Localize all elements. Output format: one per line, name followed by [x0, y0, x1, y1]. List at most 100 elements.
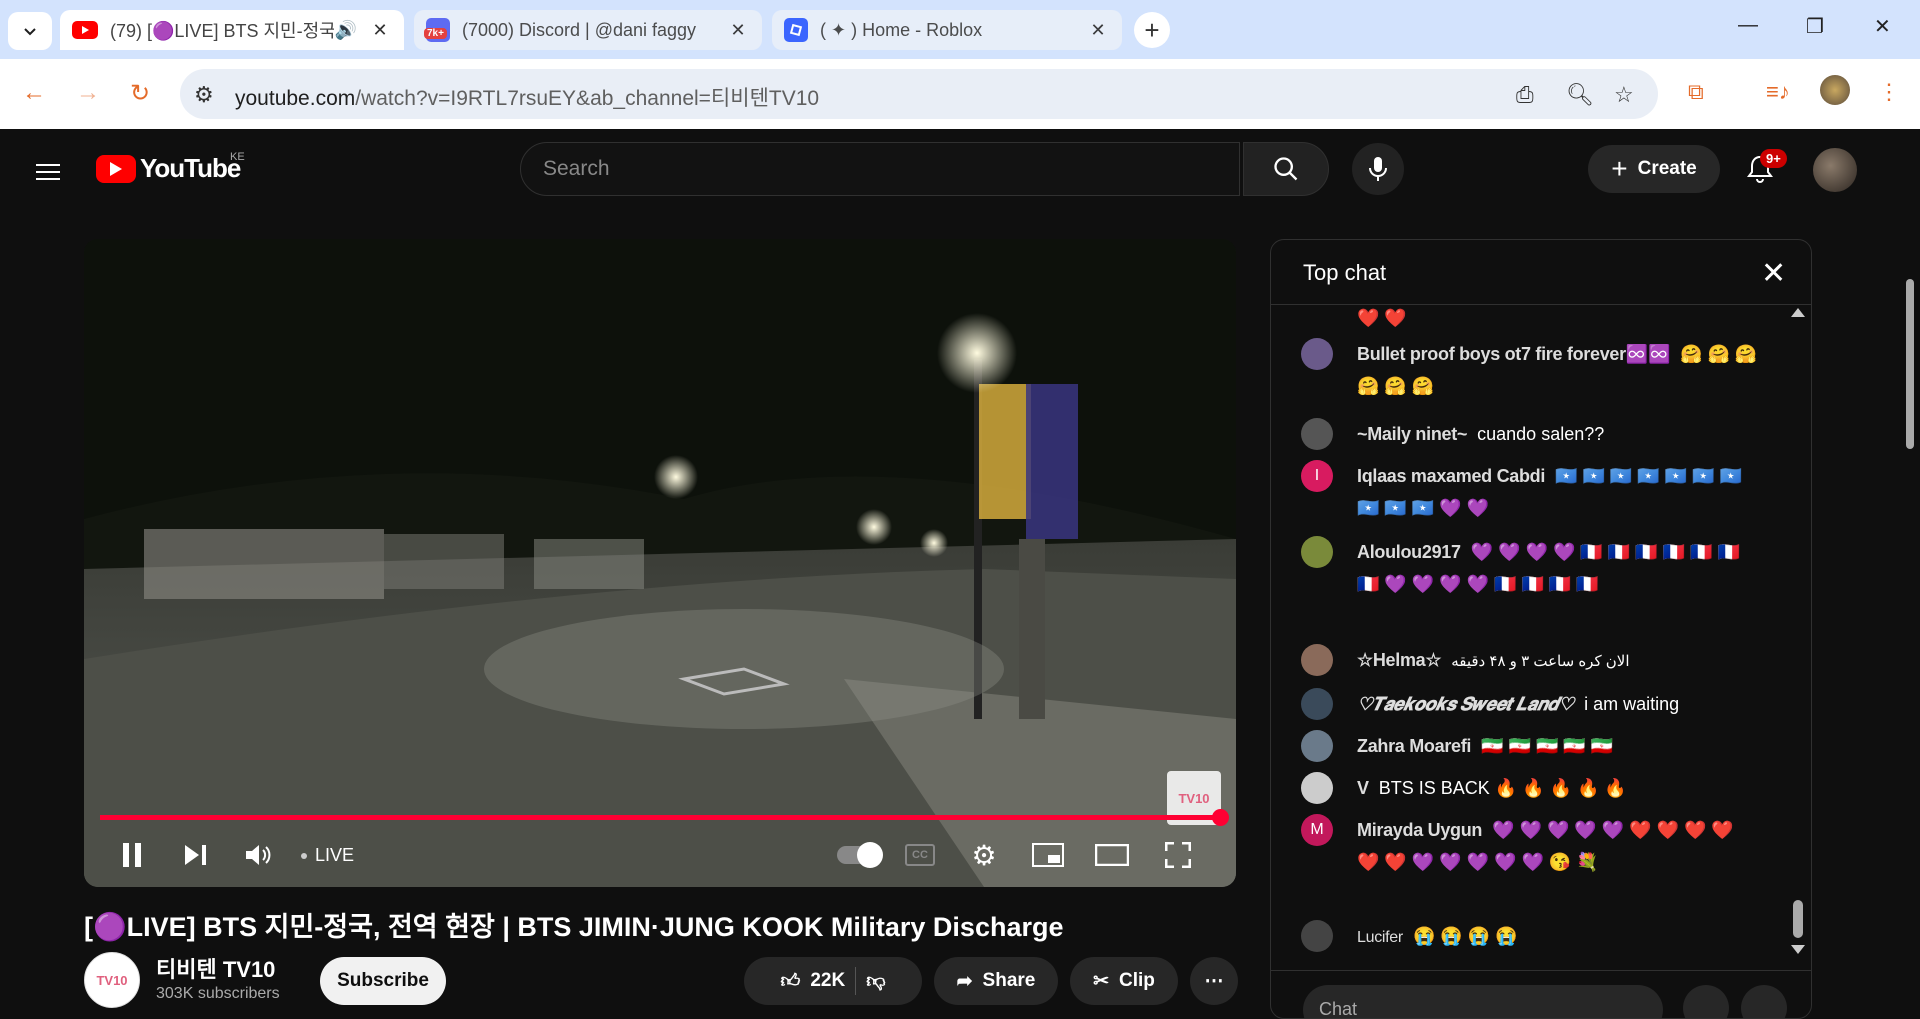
- chat-message-text: ❤️ ❤️: [1357, 308, 1407, 328]
- video-player[interactable]: TV10 LIVE CC ⚙: [84, 239, 1236, 887]
- chat-author[interactable]: Iqlaas maxamed Cabdi: [1357, 466, 1545, 486]
- captions-button[interactable]: CC: [900, 835, 940, 875]
- captions-icon: CC: [905, 844, 935, 866]
- restore-button[interactable]: ❐: [1806, 14, 1824, 39]
- thumbs-up-icon: 👍︎: [780, 970, 801, 992]
- miniplayer-icon: [1032, 843, 1064, 867]
- minimize-button[interactable]: —: [1738, 14, 1758, 37]
- chat-author[interactable]: Zahra Moarefi: [1357, 736, 1471, 756]
- create-button[interactable]: + Create: [1588, 145, 1720, 193]
- chat-avatar[interactable]: [1301, 688, 1333, 720]
- chat-avatar[interactable]: [1301, 730, 1333, 762]
- chat-avatar[interactable]: [1301, 536, 1333, 568]
- url-text[interactable]: youtube.com/watch?v=I9RTL7rsuEY&ab_chann…: [235, 82, 819, 112]
- chat-avatar[interactable]: [1301, 920, 1333, 952]
- chat-input-area: Chat: [1271, 970, 1811, 1018]
- chat-avatar[interactable]: [1301, 644, 1333, 676]
- chat-message: Bullet proof boys ot7 fire forever♾️♾️ 🤗 …: [1301, 338, 1761, 402]
- live-indicator[interactable]: LIVE: [301, 845, 354, 866]
- chat-input[interactable]: Chat: [1303, 985, 1663, 1018]
- install-app-icon[interactable]: ⎙: [1516, 82, 1534, 108]
- search-button[interactable]: [1243, 142, 1329, 196]
- chat-author[interactable]: Bullet proof boys ot7 fire forever♾️♾️: [1357, 344, 1670, 364]
- youtube-logo[interactable]: YouTube KE: [96, 151, 245, 184]
- chat-author[interactable]: ♡𝑻𝒂𝒆𝒌𝒐𝒐𝒌𝒔 𝑺𝒘𝒆𝒆𝒕 𝑳𝒂𝒏𝒅♡: [1357, 694, 1574, 714]
- chat-avatar[interactable]: [1301, 338, 1333, 370]
- chat-author[interactable]: V: [1357, 778, 1369, 798]
- play-toggle-icon: [857, 842, 883, 868]
- close-tab-icon[interactable]: ✕: [1086, 18, 1110, 42]
- progress-scrubber[interactable]: [1212, 809, 1229, 826]
- tab-discord[interactable]: 7k+ (7000) Discord | @dani faggy ✕: [414, 10, 762, 50]
- page-scrollbar[interactable]: [1906, 279, 1914, 449]
- autoplay-toggle[interactable]: [834, 835, 884, 875]
- account-avatar[interactable]: [1813, 148, 1857, 192]
- live-chat-panel: Top chat ✕ ❤️ ❤️ Bullet proof boys ot7 f…: [1270, 239, 1812, 1019]
- tab-roblox[interactable]: ( ✦ ) Home - Roblox ✕: [772, 10, 1122, 50]
- settings-button[interactable]: ⚙: [964, 835, 1004, 875]
- close-tab-icon[interactable]: ✕: [726, 18, 750, 42]
- emoji-button[interactable]: [1683, 985, 1729, 1018]
- search-input[interactable]: [521, 143, 1239, 195]
- video-title: [🟣LIVE] BTS 지민-정국, 전역 현장 | BTS JIMIN·JUN…: [84, 912, 1064, 942]
- clip-button[interactable]: ✂ Clip: [1070, 957, 1178, 1005]
- like-dislike-group: 👍︎ 22K 👎︎: [744, 957, 922, 1005]
- share-icon: ➦: [956, 970, 973, 992]
- address-bar[interactable]: ⚙ youtube.com/watch?v=I9RTL7rsuEY&ab_cha…: [180, 69, 1658, 119]
- like-count: 22K: [810, 970, 846, 991]
- close-window-button[interactable]: ✕: [1874, 14, 1891, 39]
- chat-author[interactable]: ~Maily ninet~: [1357, 424, 1467, 444]
- tab-search-button[interactable]: [8, 12, 52, 50]
- forward-arrow-icon[interactable]: →: [76, 79, 100, 107]
- media-controls-icon[interactable]: ≡♪: [1766, 79, 1790, 105]
- subscribe-button[interactable]: Subscribe: [320, 957, 446, 1005]
- audio-icon[interactable]: 🔊: [334, 18, 358, 42]
- theater-mode-button[interactable]: [1092, 835, 1132, 875]
- chat-avatar[interactable]: [1301, 418, 1333, 450]
- chat-author[interactable]: Mirayda Uygun: [1357, 820, 1482, 840]
- profile-avatar[interactable]: [1820, 75, 1850, 105]
- miniplayer-button[interactable]: [1028, 835, 1068, 875]
- volume-button[interactable]: [238, 835, 278, 875]
- like-button[interactable]: 👍︎ 22K: [780, 970, 845, 993]
- youtube-page: YouTube KE + Create 9+: [0, 129, 1920, 1019]
- chat-avatar[interactable]: I: [1301, 460, 1333, 492]
- send-button[interactable]: [1741, 985, 1787, 1018]
- bookmark-star-icon[interactable]: ☆: [1614, 82, 1634, 108]
- chat-message: ♡𝑻𝒂𝒆𝒌𝒐𝒐𝒌𝒔 𝑺𝒘𝒆𝒆𝒕 𝑳𝒂𝒏𝒅♡ i am waiting: [1301, 688, 1761, 720]
- pause-button[interactable]: [112, 835, 152, 875]
- next-button[interactable]: [176, 835, 216, 875]
- close-chat-icon[interactable]: ✕: [1761, 256, 1786, 291]
- chat-author[interactable]: Aloulou2917: [1357, 542, 1461, 562]
- new-tab-button[interactable]: +: [1134, 12, 1170, 48]
- chat-header: Top chat ✕: [1271, 240, 1811, 305]
- extensions-icon[interactable]: ⧉: [1688, 79, 1704, 105]
- progress-bar[interactable]: [100, 815, 1220, 820]
- back-arrow-icon[interactable]: ←: [22, 79, 46, 107]
- roblox-favicon-icon: [784, 18, 808, 42]
- voice-search-button[interactable]: [1352, 143, 1404, 195]
- tab-youtube[interactable]: (79) [🟣LIVE] BTS 지민-정국 🔊 ✕: [60, 10, 404, 50]
- chat-message: I Iqlaas maxamed Cabdi 🇸🇴 🇸🇴 🇸🇴 🇸🇴 🇸🇴 🇸🇴 …: [1301, 460, 1761, 524]
- chat-avatar[interactable]: M: [1301, 814, 1333, 846]
- chat-scroll-up-icon[interactable]: [1791, 308, 1805, 317]
- more-actions-button[interactable]: ⋯: [1190, 957, 1238, 1005]
- close-tab-icon[interactable]: ✕: [368, 18, 392, 42]
- fullscreen-button[interactable]: [1158, 835, 1198, 875]
- kebab-menu-icon[interactable]: ⋮: [1878, 79, 1900, 105]
- dislike-button[interactable]: 👎︎: [866, 970, 885, 993]
- chat-avatar[interactable]: [1301, 772, 1333, 804]
- chat-message: M Mirayda Uygun 💜 💜 💜 💜 💜 ❤️ ❤️ ❤️ ❤️ ❤️ …: [1301, 814, 1761, 878]
- reload-icon[interactable]: ↻: [130, 79, 150, 108]
- site-info-icon[interactable]: ⚙: [194, 82, 214, 108]
- share-button[interactable]: ➦ Share: [934, 957, 1058, 1005]
- channel-name[interactable]: 티비텐 TV10: [156, 952, 275, 984]
- chat-scroll-down-icon[interactable]: [1791, 945, 1805, 954]
- channel-avatar[interactable]: TV10: [84, 952, 140, 1008]
- chat-scrollbar-thumb[interactable]: [1793, 900, 1803, 938]
- chat-author[interactable]: Lucifer: [1357, 929, 1403, 946]
- hamburger-menu-icon[interactable]: [36, 159, 60, 185]
- zoom-icon[interactable]: 🔍︎: [1566, 82, 1594, 108]
- theater-icon: [1095, 844, 1129, 866]
- chat-author[interactable]: ☆Helma☆: [1357, 650, 1442, 670]
